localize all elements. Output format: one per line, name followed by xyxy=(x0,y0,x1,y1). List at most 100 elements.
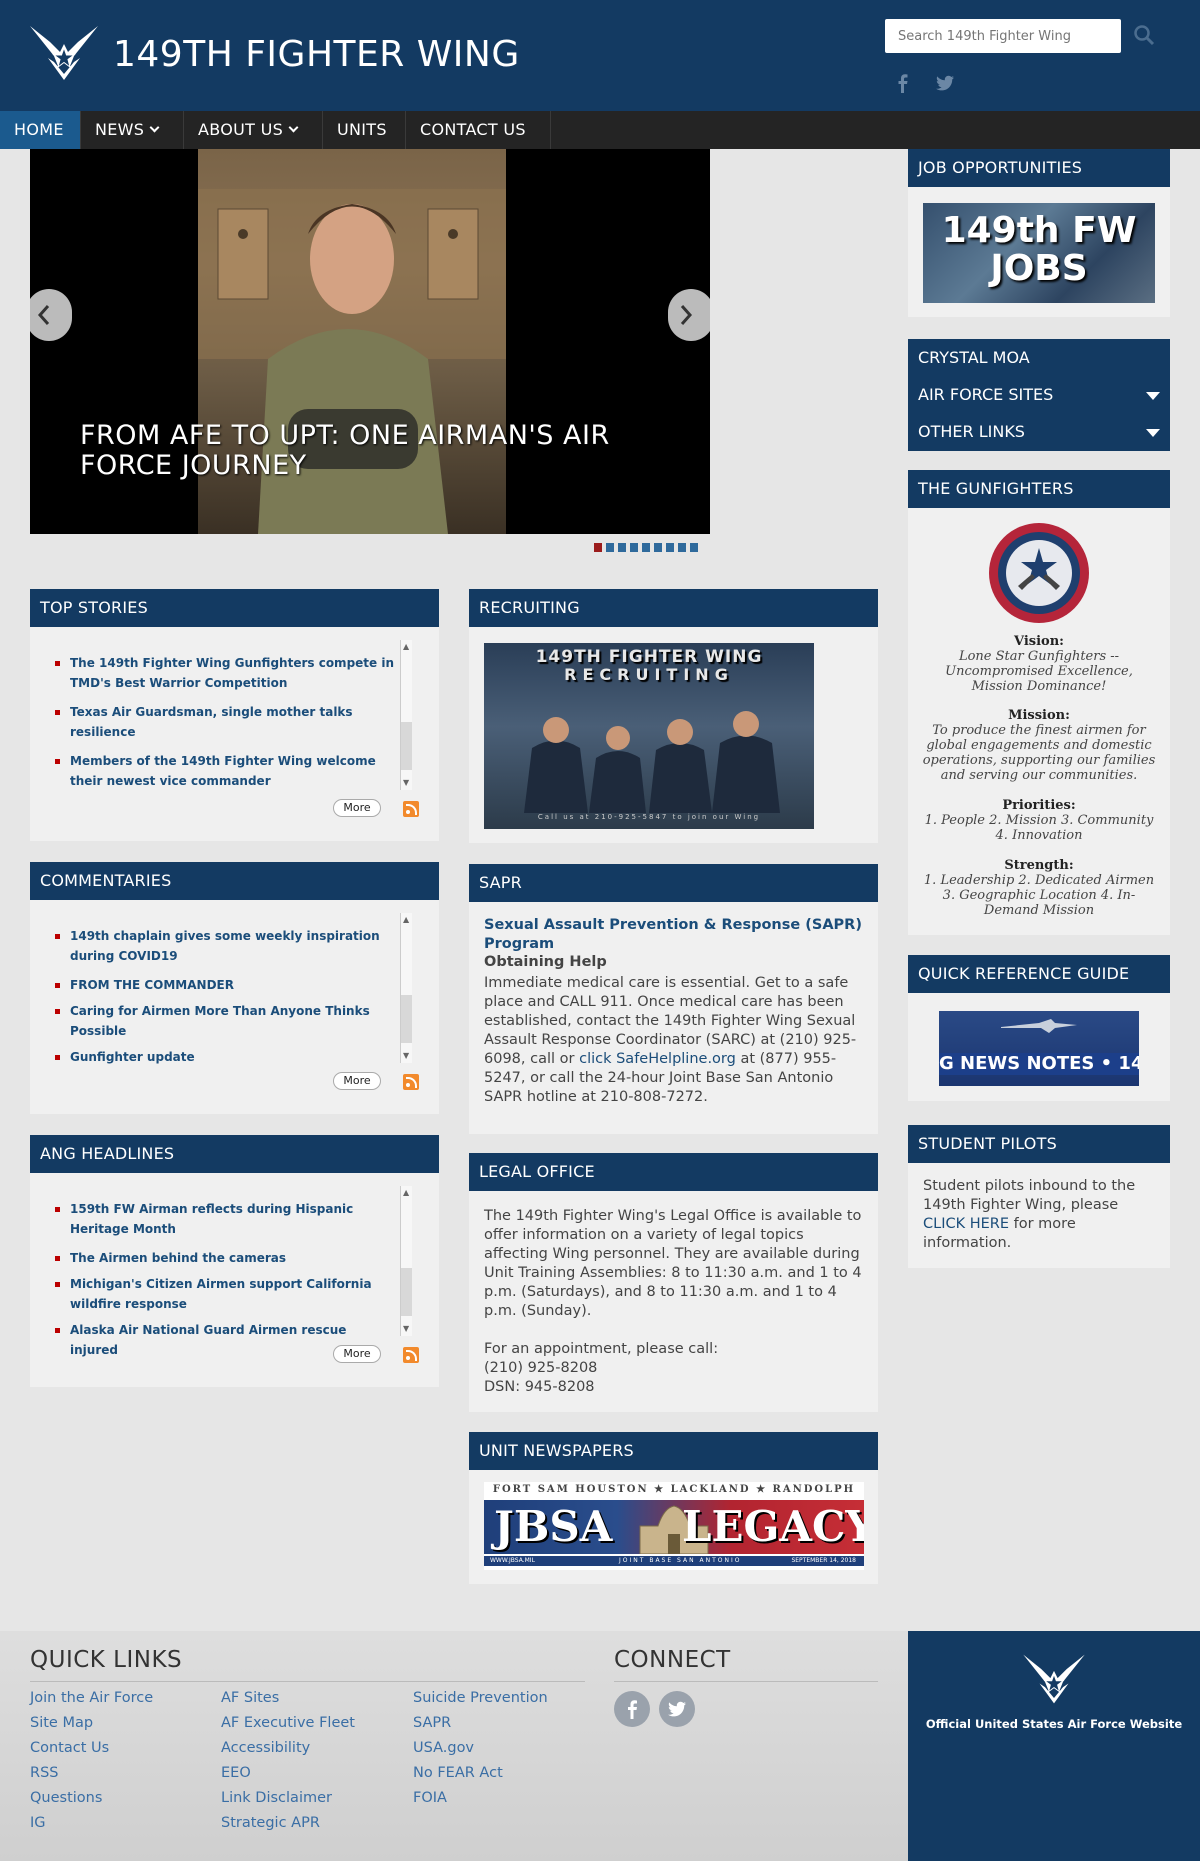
nav-units[interactable]: UNITS xyxy=(323,111,406,149)
recruiting-banner-line2: RECRUITING xyxy=(564,665,734,684)
hero-caption[interactable]: FROM AFE TO UPT: ONE AIRMAN'S AIR FORCE … xyxy=(80,421,640,481)
list-item[interactable]: Gunfighter update xyxy=(52,1047,397,1067)
footer-link[interactable]: No FEAR Act xyxy=(413,1761,548,1786)
scrollbar[interactable]: ▲ ▼ xyxy=(400,913,412,1063)
airmen-group-illustration xyxy=(524,711,780,813)
air-force-logo-icon[interactable] xyxy=(28,22,100,84)
student-pilots-text: Student pilots inbound to the 149th Figh… xyxy=(923,1177,1158,1253)
footer-link[interactable]: Accessibility xyxy=(221,1736,355,1761)
carousel-dot[interactable] xyxy=(690,543,698,552)
recruiting-banner[interactable]: 149TH FIGHTER WING RECRUITING Call us at… xyxy=(484,643,814,829)
rss-icon[interactable] xyxy=(403,801,419,817)
nav-news[interactable]: NEWS xyxy=(81,111,184,149)
scroll-thumb[interactable] xyxy=(401,995,412,1043)
scroll-up-icon[interactable]: ▲ xyxy=(403,1189,409,1197)
list-item[interactable]: Members of the 149th Fighter Wing welcom… xyxy=(52,751,397,791)
footer-twitter-button[interactable] xyxy=(659,1691,695,1727)
chevron-down-icon xyxy=(288,122,299,133)
carousel-dot[interactable] xyxy=(618,543,626,552)
scroll-up-icon[interactable]: ▲ xyxy=(403,643,409,651)
carousel-dot[interactable] xyxy=(666,543,674,552)
quick-reference-banner[interactable]: G NEWS NOTES • 149 xyxy=(939,1011,1139,1086)
chevron-right-icon xyxy=(668,289,710,341)
twitter-icon[interactable] xyxy=(935,72,955,94)
carousel-dot[interactable] xyxy=(630,543,638,552)
gunfighters-emblem-icon[interactable] xyxy=(988,522,1090,624)
carousel-dot[interactable] xyxy=(606,543,614,552)
safehelpline-link[interactable]: click SafeHelpline.org xyxy=(579,1051,736,1067)
rss-icon[interactable] xyxy=(403,1347,419,1363)
list-item[interactable]: Michigan's Citizen Airmen support Califo… xyxy=(52,1274,397,1314)
crystal-moa-link[interactable]: CRYSTAL MOA xyxy=(908,339,1170,377)
main-nav: HOME NEWS ABOUT US UNITS CONTACT US xyxy=(0,111,1200,149)
site-title[interactable]: 149TH FIGHTER WING xyxy=(113,34,520,75)
list-item[interactable]: FROM THE COMMANDER xyxy=(52,975,397,995)
commentaries-more-button[interactable]: More xyxy=(333,1072,381,1090)
search-icon[interactable] xyxy=(1133,24,1155,46)
ang-headlines-more-button[interactable]: More xyxy=(333,1345,381,1363)
list-item[interactable]: The Airmen behind the cameras xyxy=(52,1248,397,1268)
footer-link[interactable]: SAPR xyxy=(413,1711,548,1736)
scroll-down-icon[interactable]: ▼ xyxy=(403,779,409,787)
nav-contact-us[interactable]: CONTACT US xyxy=(406,111,551,149)
list-item[interactable]: The 149th Fighter Wing Gunfighters compe… xyxy=(52,653,397,693)
list-item[interactable]: 159th FW Airman reflects during Hispanic… xyxy=(52,1199,397,1239)
carousel-dot[interactable] xyxy=(678,543,686,552)
jbsa-legacy-banner[interactable]: FORT SAM HOUSTON ★ LACKLAND ★ RANDOLPH J… xyxy=(484,1482,864,1570)
footer-link[interactable]: Join the Air Force xyxy=(30,1686,153,1711)
jobs-banner[interactable]: 149th FW JOBS xyxy=(923,203,1155,303)
scroll-down-icon[interactable]: ▼ xyxy=(403,1325,409,1333)
commentaries-panel: COMMENTARIES 149th chaplain gives some w… xyxy=(30,862,439,1114)
footer-link[interactable]: AF Executive Fleet xyxy=(221,1711,355,1736)
scroll-thumb[interactable] xyxy=(401,722,412,770)
footer-link[interactable]: Strategic APR xyxy=(221,1811,355,1836)
nav-home[interactable]: HOME xyxy=(0,111,81,149)
nav-about-label: ABOUT US xyxy=(198,120,284,139)
footer-link[interactable]: IG xyxy=(30,1811,153,1836)
footer-link[interactable]: Link Disclaimer xyxy=(221,1786,355,1811)
carousel-dot[interactable] xyxy=(654,543,662,552)
hero-next-button[interactable] xyxy=(668,265,710,365)
scrollbar[interactable]: ▲ ▼ xyxy=(400,640,412,790)
facebook-icon xyxy=(628,1700,637,1719)
carousel-dot[interactable] xyxy=(642,543,650,552)
list-item[interactable]: Caring for Airmen More Than Anyone Think… xyxy=(52,1001,397,1041)
facebook-icon[interactable] xyxy=(893,72,913,94)
other-links-dropdown[interactable]: OTHER LINKS xyxy=(908,413,1170,451)
scroll-down-icon[interactable]: ▼ xyxy=(403,1052,409,1060)
footer-link[interactable]: AF Sites xyxy=(221,1686,355,1711)
rss-icon[interactable] xyxy=(403,1074,419,1090)
sapr-heading[interactable]: Sexual Assault Prevention & Response (SA… xyxy=(484,916,864,954)
nav-about-us[interactable]: ABOUT US xyxy=(184,111,323,149)
footer-link[interactable]: FOIA xyxy=(413,1786,548,1811)
quick-reference-ticker: G NEWS NOTES • 149 xyxy=(939,1053,1139,1075)
sapr-subheading: Obtaining Help xyxy=(484,954,607,970)
footer-link[interactable]: Suicide Prevention xyxy=(413,1686,548,1711)
footer-link[interactable]: Contact Us xyxy=(30,1736,153,1761)
gunfighters-panel: THE GUNFIGHTERS Vision: Lone Star Gunfig… xyxy=(908,470,1170,935)
list-item[interactable]: 149th chaplain gives some weekly inspira… xyxy=(52,926,397,966)
scrollbar[interactable]: ▲ ▼ xyxy=(400,1186,412,1336)
search-input[interactable] xyxy=(885,19,1121,53)
footer-link[interactable]: Site Map xyxy=(30,1711,153,1736)
list-item[interactable]: Texas Air Guardsman, single mother talks… xyxy=(52,702,397,742)
top-stories-more-button[interactable]: More xyxy=(333,799,381,817)
footer-link[interactable]: EEO xyxy=(221,1761,355,1786)
scroll-thumb[interactable] xyxy=(401,1268,412,1316)
official-af-website-box[interactable]: Official United States Air Force Website xyxy=(908,1631,1200,1861)
mission-text: To produce the finest airmen for global … xyxy=(922,723,1156,783)
student-pilots-link[interactable]: CLICK HERE xyxy=(923,1216,1009,1232)
commentaries-title: COMMENTARIES xyxy=(30,862,439,900)
footer-link[interactable]: USA.gov xyxy=(413,1736,548,1761)
nav-units-label: UNITS xyxy=(337,120,387,139)
carousel-dot[interactable] xyxy=(594,543,602,552)
footer-link[interactable]: Questions xyxy=(30,1786,153,1811)
footer-link[interactable]: RSS xyxy=(30,1761,153,1786)
chevron-down-icon xyxy=(149,122,160,133)
site-header: 149TH FIGHTER WING xyxy=(0,0,1200,111)
hero-carousel[interactable]: FROM AFE TO UPT: ONE AIRMAN'S AIR FORCE … xyxy=(30,149,710,534)
scroll-up-icon[interactable]: ▲ xyxy=(403,916,409,924)
footer-facebook-button[interactable] xyxy=(614,1691,650,1727)
air-force-sites-dropdown[interactable]: AIR FORCE SITES xyxy=(908,376,1170,414)
hero-prev-button[interactable] xyxy=(30,265,78,365)
